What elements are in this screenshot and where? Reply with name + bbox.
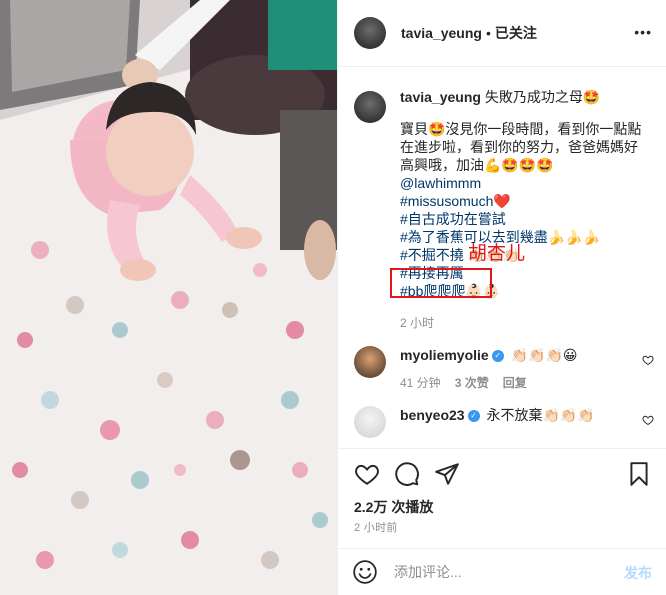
post-comment-button[interactable]: 发布 <box>624 563 652 583</box>
post-video[interactable] <box>0 0 337 595</box>
like-comment-heart-icon[interactable] <box>642 354 654 366</box>
verified-badge-icon: ✓ <box>491 350 504 363</box>
comment-text: 永不放棄👏🏻👏🏻👏🏻 <box>486 407 595 423</box>
comment-bubble-icon[interactable] <box>394 461 420 487</box>
author-username[interactable]: tavia_yeung <box>401 25 482 41</box>
annotation-highlight-box <box>390 268 492 298</box>
comment-item: myoliemyolie ✓ 👏🏻👏🏻👏🏻😀 41 分钟 3 次赞 回复 <box>354 346 654 392</box>
post-details-panel: tavia_yeung • 已关注 ••• tavia_yeung 失敗乃成功之… <box>337 0 666 595</box>
caption-author-avatar[interactable] <box>354 91 386 123</box>
commenter-username[interactable]: benyeo23 <box>400 407 465 423</box>
comment-meta: 41 分钟 3 次赞 回复 <box>400 374 630 392</box>
hashtag-link[interactable]: #自古成功在嘗試 <box>400 210 650 228</box>
post-actions: 2.2万 次播放 2 小时前 <box>338 448 666 548</box>
reply-button[interactable]: 回复 <box>503 374 527 392</box>
like-comment-heart-icon[interactable] <box>642 414 654 426</box>
commenter-username[interactable]: myoliemyolie <box>400 347 489 363</box>
caption-timestamp[interactable]: 2 小时 <box>400 314 650 332</box>
share-send-icon[interactable] <box>434 461 460 487</box>
comment-time[interactable]: 41 分钟 <box>400 374 441 392</box>
verified-badge-icon: ✓ <box>467 410 480 423</box>
annotation-label: 胡杏儿 <box>468 242 526 264</box>
following-button[interactable]: 已关注 <box>495 23 537 43</box>
post-timestamp[interactable]: 2 小时前 <box>354 519 398 535</box>
more-options-icon[interactable]: ••• <box>634 25 652 39</box>
caption-title: 失敗乃成功之母🤩 <box>484 89 601 105</box>
comment-text: 👏🏻👏🏻👏🏻😀 <box>510 347 578 363</box>
hashtag-link[interactable]: #missusomuch❤️ <box>400 192 650 210</box>
video-frame-illustration <box>0 0 337 595</box>
post-header: tavia_yeung • 已关注 ••• <box>338 0 666 67</box>
comments-list[interactable]: tavia_yeung 失敗乃成功之母🤩 寶貝🤩沒見你一段時間，看到你一點點在進… <box>354 88 654 445</box>
commenter-avatar[interactable] <box>354 406 386 438</box>
view-count[interactable]: 2.2万 次播放 <box>354 497 433 517</box>
save-bookmark-icon[interactable] <box>626 461 652 487</box>
commenter-avatar[interactable] <box>354 346 386 378</box>
caption-mention[interactable]: @lawhimmm <box>400 174 650 192</box>
like-heart-icon[interactable] <box>354 461 380 487</box>
author-avatar[interactable] <box>354 17 386 49</box>
comment-item: benyeo23 ✓ 永不放棄👏🏻👏🏻👏🏻 <box>354 406 654 438</box>
comment-likes[interactable]: 3 次赞 <box>455 374 489 392</box>
comment-input[interactable] <box>394 564 604 580</box>
header-separator: • <box>485 25 491 41</box>
caption-text: 寶貝🤩沒見你一段時間，看到你一點點在進步啦，看到你的努力，爸爸媽媽好高興哦，加油… <box>400 121 642 173</box>
caption-author-username[interactable]: tavia_yeung <box>400 89 481 105</box>
emoji-smiley-icon[interactable] <box>352 559 378 585</box>
comment-composer: 发布 <box>338 548 666 595</box>
